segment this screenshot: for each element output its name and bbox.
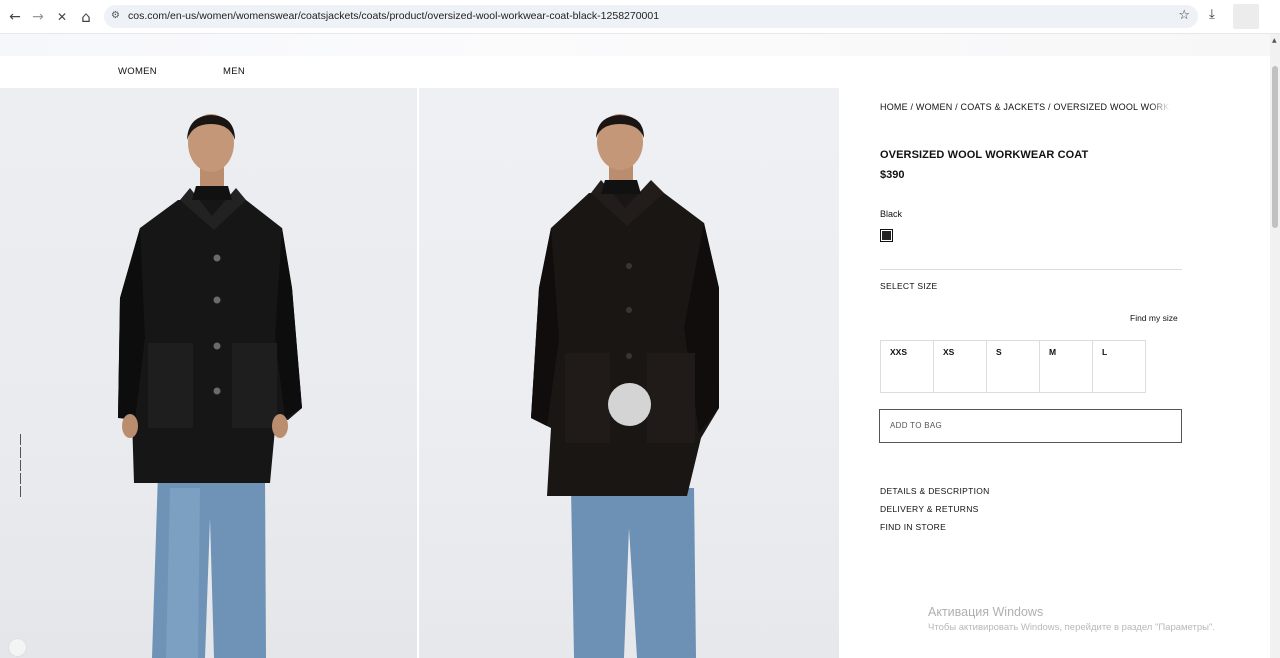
site-settings-icon[interactable]: ⚙: [111, 10, 123, 22]
breadcrumb-text[interactable]: HOME / WOMEN / COATS & JACKETS / OVERSIZ…: [880, 102, 1170, 112]
add-to-bag-button[interactable]: ADD TO BAG: [879, 409, 1182, 443]
scrollbar-thumb[interactable]: [1272, 66, 1278, 228]
swatch-fill: [882, 231, 891, 240]
forward-icon[interactable]: →: [28, 7, 48, 27]
select-size-label: SELECT SIZE: [880, 281, 938, 291]
address-bar[interactable]: ⚙ cos.com/en-us/women/womenswear/coatsja…: [104, 5, 1198, 28]
url-text[interactable]: cos.com/en-us/women/womenswear/coatsjack…: [128, 10, 659, 22]
home-icon[interactable]: ⌂: [76, 7, 96, 27]
find-my-size-link[interactable]: Find my size: [1130, 313, 1178, 323]
back-icon[interactable]: ←: [5, 7, 25, 27]
size-option-s[interactable]: S: [986, 340, 1040, 393]
nav-men[interactable]: MEN: [223, 66, 245, 77]
profile-avatar[interactable]: [1233, 4, 1259, 29]
model-illustration-angle: [531, 114, 719, 658]
size-option-m[interactable]: M: [1039, 340, 1093, 393]
product-image-angle[interactable]: [419, 88, 839, 658]
slide-indicator[interactable]: [20, 434, 22, 500]
bookmark-star-icon[interactable]: ☆: [1178, 8, 1190, 23]
size-option-xxs[interactable]: XXS: [880, 340, 934, 393]
size-option-l[interactable]: L: [1092, 340, 1146, 393]
model-illustration-front: [118, 114, 302, 658]
delivery-returns-link[interactable]: DELIVERY & RETURNS: [880, 504, 979, 514]
product-price: $390: [880, 169, 905, 181]
browser-toolbar: ← → ✕ ⌂ ⚙ cos.com/en-us/women/womenswear…: [0, 0, 1280, 34]
divider: [880, 269, 1182, 270]
size-selector: XXS XS S M L: [880, 340, 1146, 393]
windows-activation-subtitle: Чтобы активировать Windows, перейдите в …: [928, 622, 1215, 633]
size-option-xs[interactable]: XS: [933, 340, 987, 393]
find-in-store-link[interactable]: FIND IN STORE: [880, 522, 946, 532]
color-swatch-black[interactable]: [880, 229, 893, 242]
windows-activation-title: Активация Windows: [928, 605, 1044, 619]
header-strip: [0, 34, 1270, 56]
nav-women[interactable]: WOMEN: [118, 66, 157, 77]
floating-dot[interactable]: [8, 638, 27, 657]
product-image-front[interactable]: [0, 88, 417, 658]
cursor-indicator: [608, 383, 651, 426]
stop-loading-icon[interactable]: ✕: [52, 7, 72, 27]
color-name: Black: [880, 209, 903, 219]
scroll-up-arrow-icon[interactable]: ▲: [1272, 37, 1277, 44]
breadcrumb[interactable]: HOME / WOMEN / COATS & JACKETS / OVERSIZ…: [880, 102, 1170, 112]
details-description-link[interactable]: DETAILS & DESCRIPTION: [880, 486, 990, 496]
download-icon[interactable]: ⤓: [1209, 7, 1215, 22]
product-title: OVERSIZED WOOL WORKWEAR COAT: [880, 149, 1089, 161]
site-navigation: WOMEN MEN: [0, 56, 1270, 88]
